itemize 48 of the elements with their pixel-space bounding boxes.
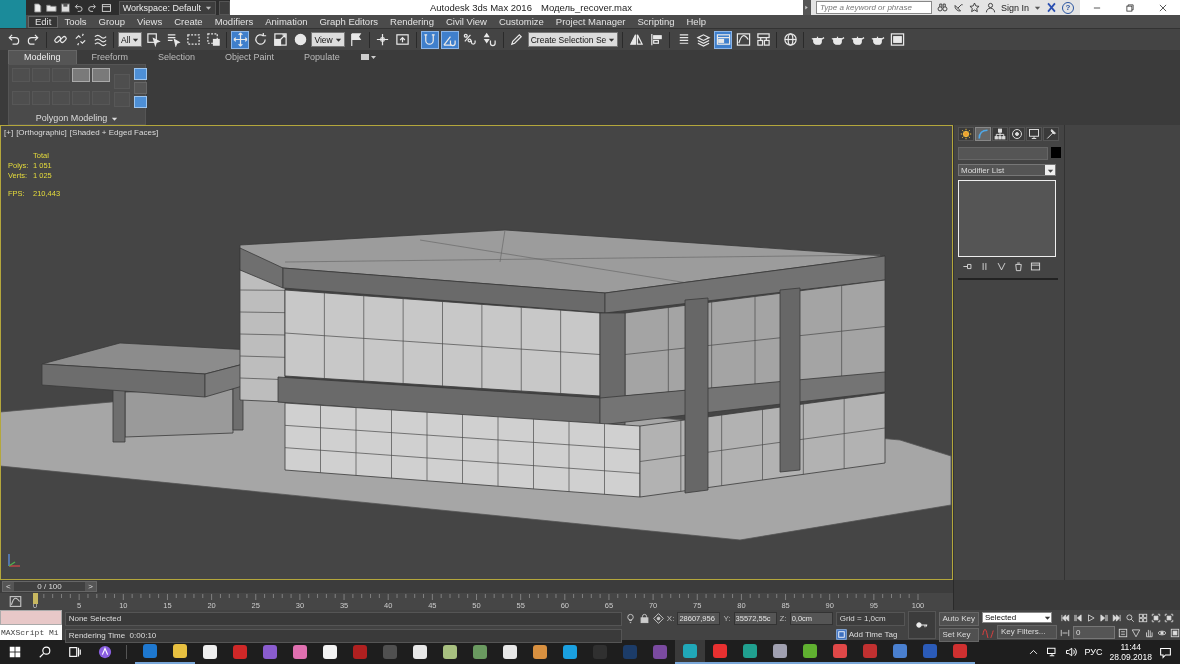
menu-item[interactable]: Animation — [259, 15, 314, 28]
workspace-dropdown[interactable]: Workspace: Default — [118, 0, 217, 15]
axis-label: Z: — [779, 614, 787, 623]
menu-item[interactable]: Customize — [492, 15, 550, 28]
clock-date[interactable]: 28.09.2018 — [1109, 652, 1152, 662]
grid-size-field: Grid = 1,0cm — [835, 612, 905, 626]
ribbon-tab[interactable]: Selection — [143, 51, 211, 64]
menu-item[interactable]: Scripting — [631, 15, 681, 28]
key-filters-button[interactable]: Key Filters... — [997, 625, 1057, 639]
viewport-label[interactable]: [Shaded + Edged Faces] — [69, 128, 159, 137]
toolbar-dropdown[interactable]: All — [118, 32, 143, 47]
frame-field[interactable]: 0 — [1073, 626, 1115, 639]
modifier-list-dropdown[interactable]: Modifier List — [958, 164, 1056, 176]
maxscript-label: MAXScript Mi — [0, 625, 62, 640]
file-name: Модель_recover.max — [540, 2, 633, 13]
menu-item[interactable]: Tools — [58, 15, 93, 28]
menu-item[interactable]: Group — [92, 15, 131, 28]
toolbar-dropdown[interactable]: Create Selection Se — [527, 32, 619, 47]
language-indicator[interactable]: РУС — [1084, 647, 1103, 657]
search-field[interactable]: Type a keyword or phrase — [815, 1, 932, 14]
menu-item[interactable]: Create — [168, 15, 209, 28]
set-key-button[interactable]: Set Key — [938, 628, 979, 642]
menu-item[interactable]: Graph Editors — [313, 15, 385, 28]
ribbon-tab[interactable]: Modeling — [8, 50, 77, 64]
menu-item[interactable]: Views — [130, 15, 169, 28]
menu-item[interactable]: Help — [680, 15, 713, 28]
menu-item[interactable]: Civil View — [439, 15, 493, 28]
ribbon-tab[interactable]: Populate — [289, 51, 355, 64]
app-title: Autodesk 3ds Max 2016 — [430, 2, 532, 13]
clock-time[interactable]: 11:44 — [1120, 642, 1142, 652]
viewport-label[interactable]: [+] — [4, 128, 14, 137]
ribbon-tab[interactable]: Object Paint — [210, 51, 290, 64]
menu-item[interactable]: Edit — [28, 15, 59, 28]
menu-item[interactable]: Rendering — [384, 15, 440, 28]
menu-item[interactable]: Project Manager — [549, 15, 632, 28]
toolbar-dropdown[interactable]: View — [311, 32, 345, 47]
viewport-label[interactable]: [Orthographic] — [16, 128, 67, 137]
auto-key-button[interactable]: Auto Key — [938, 612, 979, 626]
time-slider-track[interactable]: < 0 / 100 > — [0, 580, 953, 593]
ribbon-tab[interactable]: Freeform — [76, 51, 144, 64]
axis-label: X: — [666, 614, 675, 623]
add-time-tag-button[interactable]: Add Time Tag — [848, 630, 898, 639]
axis-label: Y: — [723, 614, 731, 623]
panel-title[interactable]: Polygon Modeling — [35, 113, 108, 123]
menu-item[interactable]: Modifiers — [208, 15, 260, 28]
time-slider-thumb[interactable]: < 0 / 100 > — [2, 581, 97, 592]
sign-in-link[interactable]: Sign In — [1000, 2, 1029, 13]
key-mode-dropdown[interactable]: Selected — [982, 612, 1052, 623]
